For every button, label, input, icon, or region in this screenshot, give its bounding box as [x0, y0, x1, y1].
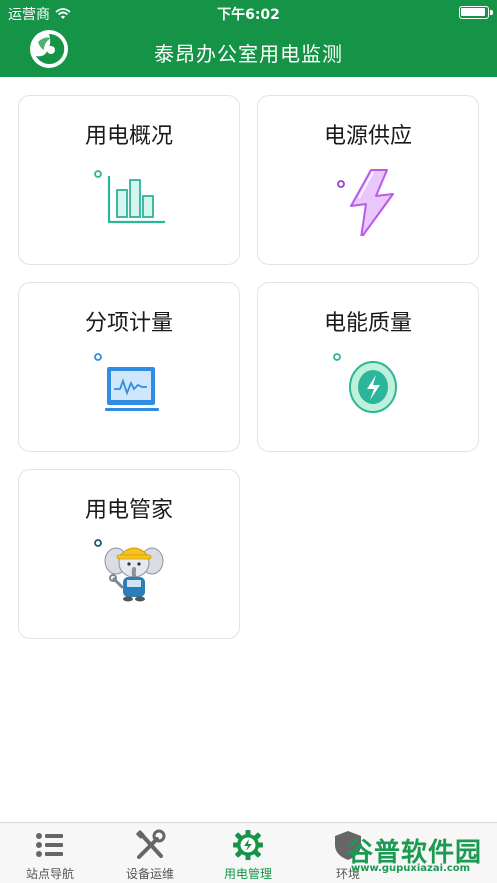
tab-label: 用电管理 — [223, 867, 272, 881]
energy-badge-icon — [333, 353, 397, 413]
gear-lightning-icon — [233, 830, 263, 860]
bar-chart-icon — [94, 170, 165, 224]
app-header: 泰昂办公室用电监测 — [0, 26, 497, 77]
card-power-butler[interactable]: 用电管家 — [18, 469, 240, 639]
tools-icon — [136, 829, 166, 859]
status-time: 下午6:02 — [217, 7, 280, 23]
watermark-url: www.gupuxiazai.com — [351, 863, 471, 874]
card-power-quality[interactable]: 电能质量 — [257, 282, 479, 452]
page-title: 泰昂办公室用电监测 — [154, 42, 343, 66]
card-power-overview[interactable]: 用电概况 — [18, 95, 240, 265]
tab-site-navigation[interactable]: 站点导航 — [0, 823, 100, 883]
card-label: 用电概况 — [84, 124, 173, 149]
card-label: 电能质量 — [323, 311, 412, 336]
card-label: 用电管家 — [84, 498, 173, 523]
battery-icon — [459, 6, 493, 19]
list-icon — [36, 833, 63, 857]
card-power-supply[interactable]: 电源供应 — [257, 95, 479, 265]
card-label: 分项计量 — [84, 311, 173, 336]
laptop-monitor-icon — [94, 353, 159, 411]
site-watermark: 谷普软件园 www.gupuxiazai.com — [345, 832, 495, 880]
status-bar: 运营商 下午6:02 — [0, 0, 497, 26]
tab-label: 站点导航 — [25, 867, 74, 881]
tab-power-management[interactable]: 用电管理 — [198, 823, 298, 883]
elephant-mascot-icon — [94, 539, 164, 602]
tab-label: 设备运维 — [125, 867, 174, 881]
tab-equipment-maintenance[interactable]: 设备运维 — [100, 823, 200, 883]
card-label: 电源供应 — [323, 124, 412, 149]
card-sub-metering[interactable]: 分项计量 — [18, 282, 240, 452]
lightning-icon — [337, 169, 394, 236]
